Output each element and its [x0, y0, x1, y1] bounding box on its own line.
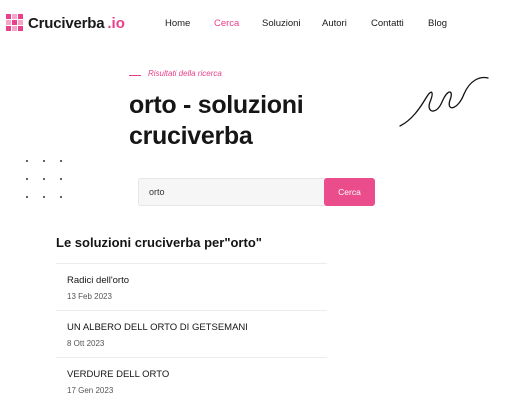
page-title: orto - soluzioni cruciverba	[129, 91, 304, 150]
search-button[interactable]: Cerca	[324, 178, 375, 206]
nav-contatti[interactable]: Contatti	[371, 18, 404, 29]
nav-autori[interactable]: Autori	[322, 18, 347, 29]
site-header: Cruciverba .io Home Cerca Soluzioni Auto…	[0, 0, 512, 46]
result-title: VERDURE DELL ORTO	[67, 369, 170, 380]
eyebrow-divider	[129, 75, 141, 76]
search-input[interactable]	[138, 178, 326, 206]
main-nav: Home Cerca Soluzioni Autori Contatti Blo…	[0, 18, 512, 32]
hero-eyebrow: Risultati della ricerca	[148, 69, 222, 78]
nav-home[interactable]: Home	[165, 18, 190, 29]
result-date: 13 Feb 2023	[67, 292, 112, 301]
decorative-scribble	[399, 76, 489, 127]
results-heading: Le soluzioni cruciverba per"orto"	[56, 235, 262, 250]
nav-soluzioni[interactable]: Soluzioni	[262, 18, 301, 29]
result-item[interactable]: Radici dell'orto 13 Feb 2023	[56, 263, 327, 310]
nav-cerca[interactable]: Cerca	[214, 18, 239, 29]
result-date: 8 Ott 2023	[67, 339, 105, 348]
result-date: 17 Gen 2023	[67, 386, 114, 395]
search-form: Cerca	[138, 178, 375, 206]
result-item[interactable]: VERDURE DELL ORTO 17 Gen 2023	[56, 357, 327, 402]
result-item[interactable]: UN ALBERO DELL ORTO DI GETSEMANI 8 Ott 2…	[56, 310, 327, 357]
result-title: UN ALBERO DELL ORTO DI GETSEMANI	[67, 322, 248, 333]
nav-blog[interactable]: Blog	[428, 18, 447, 29]
result-title: Radici dell'orto	[67, 275, 130, 286]
results-list: Radici dell'orto 13 Feb 2023 UN ALBERO D…	[56, 263, 327, 402]
